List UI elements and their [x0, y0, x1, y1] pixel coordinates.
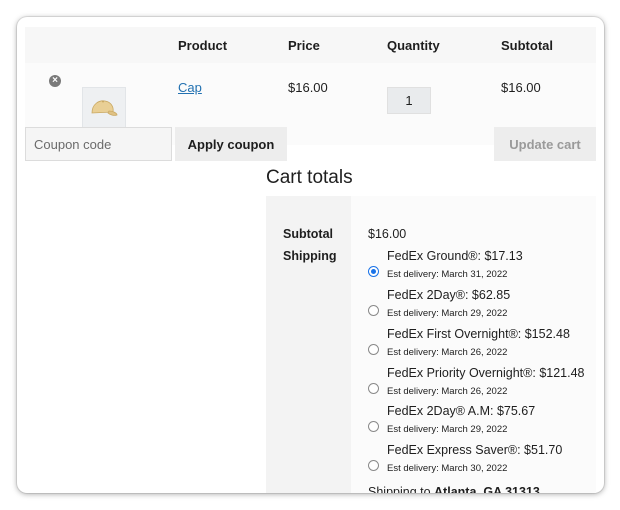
cart-totals-title: Cart totals [266, 167, 353, 188]
shipping-est-delivery: Est delivery: March 26, 2022 [387, 347, 508, 358]
shipping-option-label: FedEx First Overnight®: $152.48 [387, 327, 570, 341]
cart-page: Product Price Quantity Subtotal × Cap $1… [17, 17, 604, 493]
shipping-radio[interactable] [368, 421, 379, 432]
shipping-radio[interactable] [368, 383, 379, 394]
shipping-option[interactable]: FedEx 2Day®: $62.85 Est delivery: March … [368, 288, 596, 327]
close-circle-icon[interactable]: × [49, 75, 61, 87]
shipping-option-label: FedEx Ground®: $17.13 [387, 249, 523, 263]
shipping-radio[interactable] [368, 460, 379, 471]
cart-table-header: Product Price Quantity Subtotal [25, 27, 596, 63]
update-cart-button[interactable]: Update cart [494, 127, 596, 161]
product-link[interactable]: Cap [178, 80, 202, 95]
shipping-to-prefix: Shipping to [368, 485, 435, 493]
shipping-est-delivery: Est delivery: March 31, 2022 [387, 269, 508, 280]
shipping-option-label: FedEx Express Saver®: $51.70 [387, 443, 563, 457]
shipping-label: Shipping [283, 249, 337, 263]
shipping-to-location: Atlanta, GA 31313 [434, 485, 540, 493]
shipping-option[interactable]: FedEx 2Day® A.M: $75.67 Est delivery: Ma… [368, 404, 596, 443]
shipping-option[interactable]: FedEx Ground®: $17.13 Est delivery: Marc… [368, 249, 596, 288]
header-product: Product [178, 38, 228, 53]
shipping-est-delivery: Est delivery: March 30, 2022 [387, 463, 508, 474]
shipping-option-label: FedEx Priority Overnight®: $121.48 [387, 366, 585, 380]
shipping-option-label: FedEx 2Day®: $62.85 [387, 288, 511, 302]
shipping-est-delivery: Est delivery: March 29, 2022 [387, 424, 508, 435]
shipping-option[interactable]: FedEx Express Saver®: $51.70 Est deliver… [368, 443, 596, 482]
shipping-est-delivery: Est delivery: March 26, 2022 [387, 386, 508, 397]
cap-icon [91, 100, 118, 116]
header-price: Price [288, 38, 320, 53]
shipping-radio[interactable] [368, 344, 379, 355]
item-price: $16.00 [288, 80, 328, 95]
shipping-option[interactable]: FedEx First Overnight®: $152.48 Est deli… [368, 327, 596, 366]
quantity-input[interactable] [387, 87, 431, 114]
subtotal-value: $16.00 [368, 227, 407, 241]
cart-totals-table: Subtotal $16.00 Shipping FedEx Ground®: … [266, 196, 596, 493]
shipping-radio[interactable] [368, 305, 379, 316]
shipping-option-label: FedEx 2Day® A.M: $75.67 [387, 404, 536, 418]
item-subtotal: $16.00 [501, 80, 541, 95]
apply-coupon-button[interactable]: Apply coupon [175, 127, 287, 161]
shipping-to-suffix: . [539, 485, 544, 493]
product-thumbnail[interactable] [82, 87, 126, 131]
shipping-destination: Shipping to Atlanta, GA 31313. [368, 485, 543, 493]
shipping-option[interactable]: FedEx Priority Overnight®: $121.48 Est d… [368, 366, 596, 405]
header-subtotal: Subtotal [501, 38, 553, 53]
shipping-radio[interactable] [368, 266, 379, 277]
header-quantity: Quantity [387, 38, 440, 53]
cart-actions: Apply coupon Update cart [25, 127, 596, 161]
subtotal-label: Subtotal [283, 227, 333, 241]
coupon-code-input[interactable] [25, 127, 172, 161]
shipping-est-delivery: Est delivery: March 29, 2022 [387, 308, 508, 319]
